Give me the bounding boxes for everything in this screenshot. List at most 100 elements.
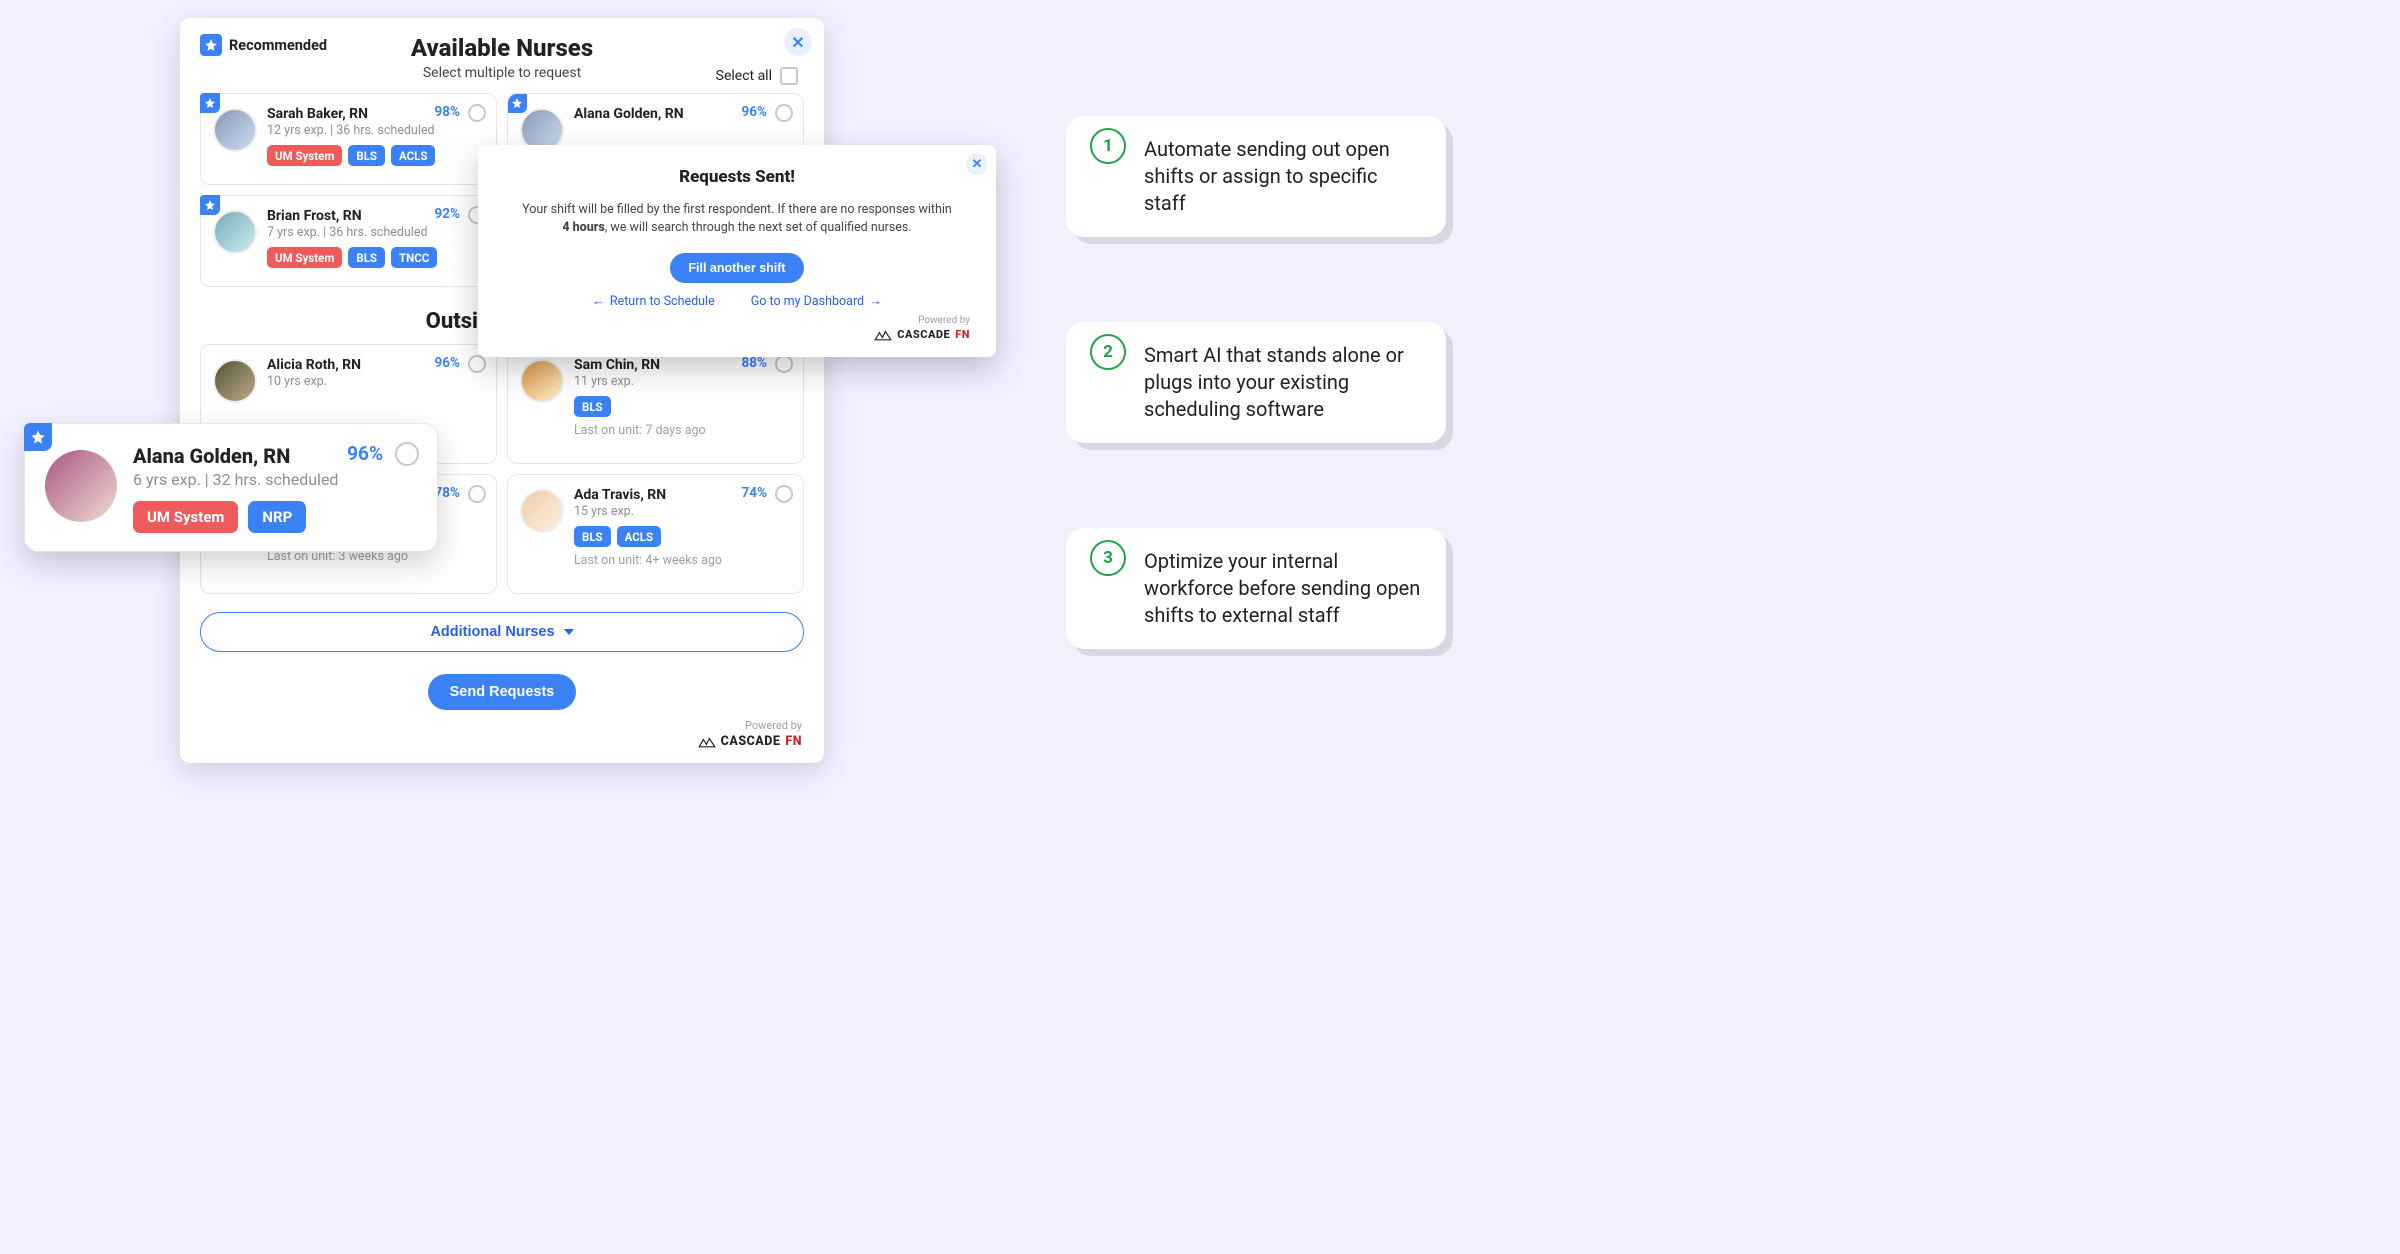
modal-title: Requests Sent!: [504, 167, 970, 187]
close-panel-button[interactable]: ✕: [784, 28, 812, 56]
nurse-card[interactable]: Sarah Baker, RN 12 yrs exp. | 36 hrs. sc…: [200, 93, 497, 185]
tag: BLS: [348, 145, 385, 166]
select-all-checkbox[interactable]: [780, 67, 798, 85]
fill-another-shift-button[interactable]: Fill another shift: [670, 253, 803, 283]
tag: ACLS: [391, 145, 435, 166]
modal-body-bold: 4 hours: [562, 220, 605, 235]
feature-number: 2: [1090, 334, 1126, 370]
select-radio[interactable]: [468, 485, 486, 503]
powered-by-label: Powered by: [504, 315, 970, 326]
mountains-icon: [698, 736, 716, 748]
feature-card: 3 Optimize your internal workforce befor…: [1066, 528, 1446, 649]
select-radio[interactable]: [775, 104, 793, 122]
nurse-card[interactable]: Brian Frost, RN 7 yrs exp. | 36 hrs. sch…: [200, 195, 497, 287]
feature-text: Smart AI that stands alone or plugs into…: [1144, 342, 1422, 423]
send-requests-button[interactable]: Send Requests: [428, 674, 577, 710]
star-icon: [200, 34, 222, 56]
nurse-card[interactable]: Ada Travis, RN 15 yrs exp. BLS ACLS Last…: [507, 474, 804, 594]
powered-by-footer: Powered by CASCADE FN: [698, 719, 802, 749]
modal-body-pre: Your shift will be filled by the first r…: [522, 202, 952, 217]
available-nurses-panel: ✕ Recommended Available Nurses Select mu…: [180, 18, 824, 763]
match-score: 74%: [742, 485, 767, 501]
additional-nurses-button[interactable]: Additional Nurses: [200, 612, 804, 652]
nurse-meta: 11 yrs exp.: [574, 374, 791, 389]
brand-logo: CASCADE FN: [504, 328, 970, 341]
tag: ACLS: [617, 526, 661, 547]
tag: UM System: [133, 501, 238, 533]
nurse-meta: 10 yrs exp.: [267, 374, 484, 389]
nurse-card[interactable]: Sam Chin, RN 11 yrs exp. BLS Last on uni…: [507, 344, 804, 464]
avatar: [45, 450, 117, 522]
tag: BLS: [574, 526, 611, 547]
nurse-meta: 12 yrs exp. | 36 hrs. scheduled: [267, 123, 484, 138]
requests-sent-modal: ✕ Requests Sent! Your shift will be fill…: [478, 145, 996, 357]
recommended-label: Recommended: [229, 37, 327, 54]
feature-card: 2 Smart AI that stands alone or plugs in…: [1066, 322, 1446, 443]
match-score: 98%: [435, 104, 460, 120]
select-radio[interactable]: [775, 355, 793, 373]
feature-number: 1: [1090, 128, 1126, 164]
powered-by-label: Powered by: [698, 719, 802, 732]
nurse-meta: 6 yrs exp. | 32 hrs. scheduled: [133, 470, 417, 489]
nurse-meta: 15 yrs exp.: [574, 504, 791, 519]
return-label: Return to Schedule: [610, 294, 715, 309]
chevron-down-icon: [564, 629, 574, 635]
tag-row: UM System BLS TNCC: [267, 247, 484, 268]
match-score: 78%: [435, 485, 460, 501]
dashboard-label: Go to my Dashboard: [751, 294, 864, 309]
brand-fn: FN: [955, 328, 970, 341]
feature-text: Optimize your internal workforce before …: [1144, 548, 1422, 629]
feature-number: 3: [1090, 540, 1126, 576]
mountains-icon: [874, 329, 892, 341]
tag-row: BLS ACLS: [574, 526, 791, 547]
avatar: [213, 108, 257, 152]
tag: NRP: [248, 501, 306, 533]
go-to-dashboard-link[interactable]: Go to my Dashboard →: [751, 293, 882, 309]
brand-name: CASCADE: [897, 328, 950, 341]
brand-logo: CASCADE FN: [698, 734, 802, 749]
arrow-left-icon: ←: [592, 293, 605, 309]
brand-fn: FN: [785, 734, 802, 749]
brand-name: CASCADE: [721, 734, 781, 749]
tag: UM System: [267, 247, 342, 268]
close-modal-button[interactable]: ✕: [966, 153, 988, 175]
feature-card: 1 Automate sending out open shifts or as…: [1066, 116, 1446, 237]
close-icon: ✕: [972, 157, 983, 172]
modal-links: ← Return to Schedule Go to my Dashboard …: [504, 293, 970, 309]
close-icon: ✕: [791, 33, 804, 52]
match-score: 96%: [742, 104, 767, 120]
match-score: 88%: [742, 355, 767, 371]
avatar: [213, 210, 257, 254]
recommended-badge: Recommended: [200, 34, 327, 56]
last-on-unit: Last on unit: 7 days ago: [574, 423, 791, 438]
match-score: 96%: [435, 355, 460, 371]
select-radio[interactable]: [468, 104, 486, 122]
avatar: [520, 489, 564, 533]
fill-another-label: Fill another shift: [688, 261, 785, 275]
select-radio[interactable]: [395, 442, 419, 466]
select-radio[interactable]: [468, 355, 486, 373]
match-score: 96%: [347, 442, 383, 465]
modal-body-post: , we will search through the next set of…: [605, 220, 912, 235]
tag: BLS: [574, 396, 611, 417]
nurse-card-enlarged[interactable]: Alana Golden, RN 6 yrs exp. | 32 hrs. sc…: [24, 423, 438, 552]
star-icon: [24, 423, 52, 451]
nurse-meta: 7 yrs exp. | 36 hrs. scheduled: [267, 225, 484, 240]
send-requests-label: Send Requests: [450, 684, 555, 700]
tag-row: BLS: [574, 396, 791, 417]
return-to-schedule-link[interactable]: ← Return to Schedule: [592, 293, 715, 309]
avatar: [520, 359, 564, 403]
tag-row: UM System BLS ACLS: [267, 145, 484, 166]
last-on-unit: Last on unit: 4+ weeks ago: [574, 553, 791, 568]
star-icon: [200, 195, 220, 215]
tag: TNCC: [391, 247, 437, 268]
match-score: 92%: [435, 206, 460, 222]
tag: BLS: [348, 247, 385, 268]
star-icon: [200, 93, 220, 113]
tag: UM System: [267, 145, 342, 166]
feature-text: Automate sending out open shifts or assi…: [1144, 136, 1422, 217]
select-all-label: Select all: [716, 68, 772, 84]
modal-powered-by: Powered by CASCADE FN: [504, 315, 970, 341]
modal-body: Your shift will be filled by the first r…: [504, 201, 970, 237]
select-radio[interactable]: [775, 485, 793, 503]
